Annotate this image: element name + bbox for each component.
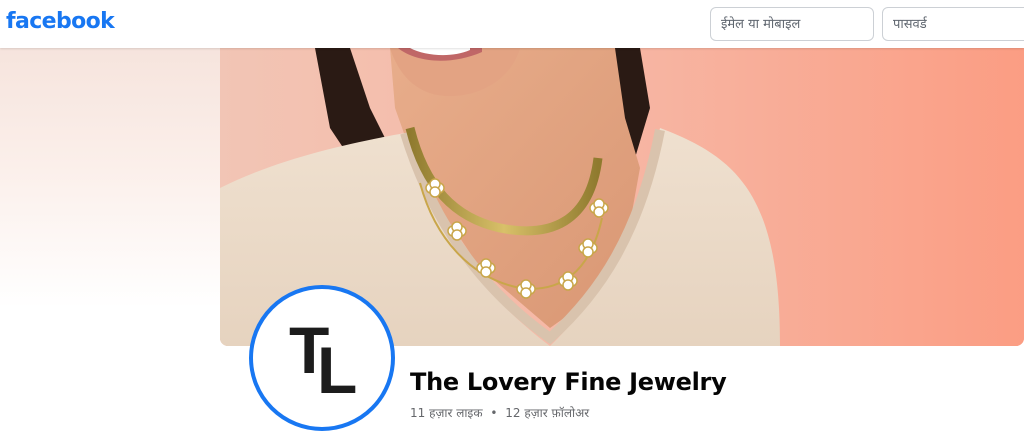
facebook-logo[interactable]: facebook (6, 9, 115, 34)
page-title[interactable]: The Lovery Fine Jewelry (410, 368, 727, 396)
followers-count[interactable]: 12 हज़ार फ़ॉलोअर (505, 406, 589, 420)
tl-logo-avatar: T L (253, 289, 391, 427)
top-navigation-bar: facebook (0, 0, 1024, 48)
password-input[interactable] (882, 7, 1024, 41)
profile-avatar[interactable]: T L (249, 285, 395, 431)
page-stats: 11 हज़ार लाइक • 12 हज़ार फ़ॉलोअर (410, 404, 589, 421)
stats-separator: • (490, 406, 498, 420)
email-or-mobile-input[interactable] (710, 7, 874, 41)
avatar-initial-l: L (317, 333, 358, 407)
likes-count[interactable]: 11 हज़ार लाइक (410, 406, 483, 420)
cover-side-fade (0, 48, 220, 308)
